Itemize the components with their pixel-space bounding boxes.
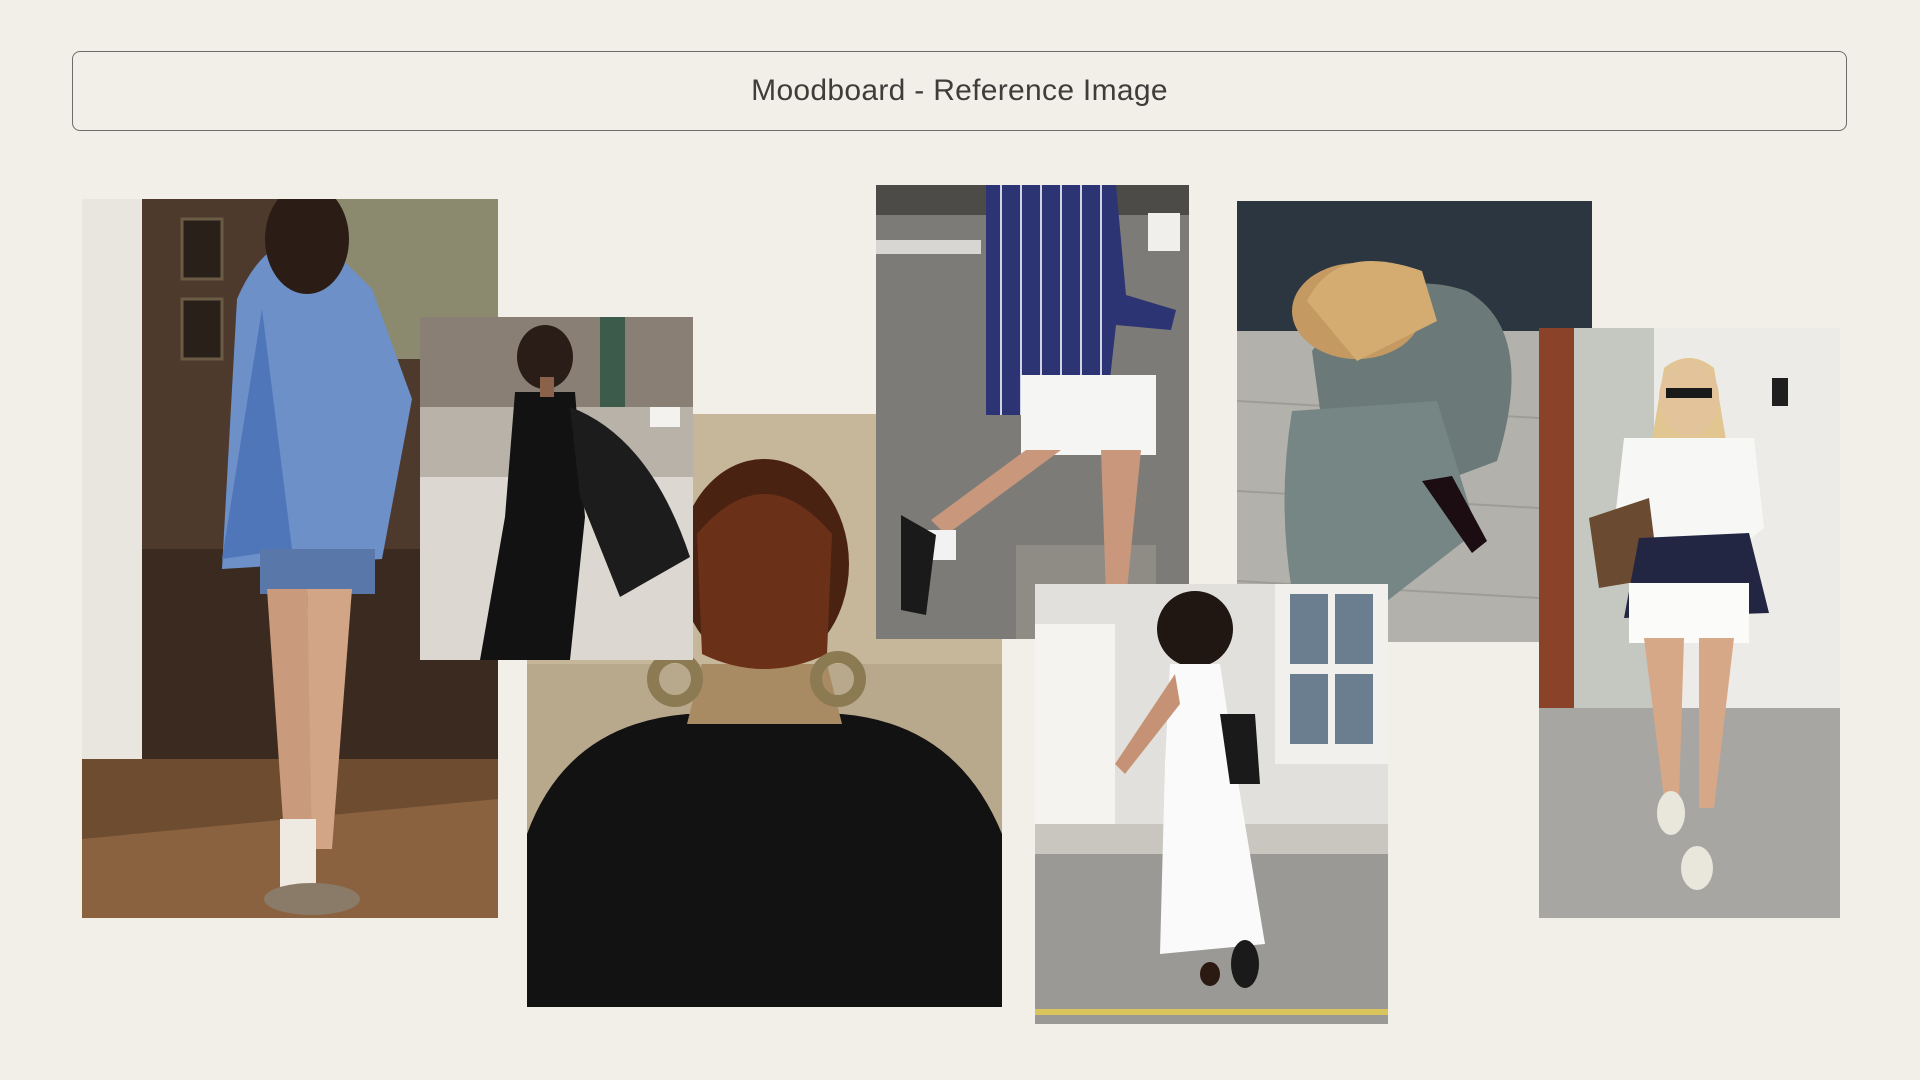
photo-striped-shirt-sneakers[interactable] — [876, 185, 1189, 639]
moodboard-canvas: Moodboard - Reference Image — [0, 0, 1920, 1080]
photo-black-dress-street[interactable] — [420, 317, 693, 660]
page-title: Moodboard - Reference Image — [751, 74, 1168, 107]
photo-white-tee-shorts[interactable] — [1539, 328, 1840, 918]
title-bar: Moodboard - Reference Image — [72, 51, 1847, 131]
photo-white-maxi-dress[interactable] — [1035, 584, 1388, 1024]
